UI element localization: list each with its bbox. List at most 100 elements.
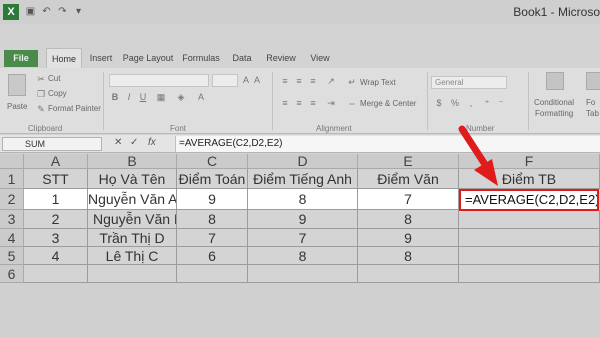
cell-d4[interactable]: 7 — [248, 229, 358, 247]
enter-icon[interactable]: ✓ — [130, 137, 138, 148]
orientation-icon[interactable]: ↗ — [326, 76, 336, 86]
align-center-icon[interactable]: ≡ — [294, 98, 304, 108]
cell-e2[interactable]: 7 — [358, 189, 459, 210]
cell-b3[interactable]: Nguyễn Văn B — [88, 210, 177, 229]
customize-quick-access-icon[interactable]: ▾ — [72, 5, 85, 18]
row-header[interactable]: 5 — [0, 247, 24, 265]
column-header[interactable]: A — [24, 154, 88, 169]
cell-d2[interactable]: 8 — [248, 189, 358, 210]
tab-file[interactable]: File — [4, 50, 38, 67]
insert-function-icon[interactable]: fx — [148, 137, 156, 148]
cell-c6[interactable] — [177, 265, 248, 283]
cell-b5[interactable]: Lê Thị C — [88, 247, 177, 265]
cell-e6[interactable] — [358, 265, 459, 283]
align-left-icon[interactable]: ≡ — [280, 98, 290, 108]
cell-b4[interactable]: Trần Thị D — [88, 229, 177, 247]
number-format-select[interactable]: General — [431, 76, 507, 89]
cell-b6[interactable] — [88, 265, 177, 283]
cell-d5[interactable]: 8 — [248, 247, 358, 265]
cell-c5[interactable]: 6 — [177, 247, 248, 265]
cell-c2[interactable]: 9 — [177, 189, 248, 210]
tab-page-layout[interactable]: Page Layout — [122, 48, 174, 68]
grow-font-icon[interactable]: A — [241, 75, 251, 85]
row-header[interactable]: 2 — [0, 189, 24, 210]
row-header[interactable]: 4 — [0, 229, 24, 247]
increase-decimal-icon[interactable]: ⁺ — [482, 98, 492, 108]
cell-c1[interactable]: Điểm Toán — [177, 169, 248, 189]
row-header[interactable]: 1 — [0, 169, 24, 189]
column-header[interactable]: E — [358, 154, 459, 169]
column-header[interactable]: D — [248, 154, 358, 169]
cell-f6[interactable] — [459, 265, 600, 283]
redo-icon[interactable]: ↷ — [56, 5, 69, 18]
cell-a1[interactable]: STT — [24, 169, 88, 189]
cell-f4[interactable] — [459, 229, 600, 247]
align-right-icon[interactable]: ≡ — [308, 98, 318, 108]
merge-center-button[interactable]: Merge & Center — [360, 99, 416, 108]
tab-formulas[interactable]: Formulas — [180, 48, 222, 68]
format-painter-button[interactable]: Format Painter — [48, 104, 101, 113]
align-top-icon[interactable]: ≡ — [280, 76, 290, 86]
decrease-decimal-icon[interactable]: ⁻ — [496, 98, 506, 108]
tab-home[interactable]: Home — [46, 48, 82, 68]
tab-review[interactable]: Review — [262, 48, 300, 68]
cell-c4[interactable]: 7 — [177, 229, 248, 247]
font-name-select[interactable] — [109, 74, 209, 87]
cell-e1[interactable]: Điểm Văn — [358, 169, 459, 189]
cell-a4[interactable]: 3 — [24, 229, 88, 247]
currency-icon[interactable]: $ — [434, 98, 444, 108]
cell-b2[interactable]: Nguyễn Văn A — [88, 189, 177, 210]
cancel-icon[interactable]: ✕ — [114, 137, 122, 148]
borders-icon[interactable]: ▦ — [156, 92, 166, 102]
cell-e3[interactable]: 8 — [358, 210, 459, 229]
cell-f5[interactable] — [459, 247, 600, 265]
column-header[interactable]: B — [88, 154, 177, 169]
excel-logo-icon[interactable]: X — [3, 4, 19, 20]
comma-style-icon[interactable]: , — [466, 98, 476, 108]
tab-insert[interactable]: Insert — [86, 48, 116, 68]
cell-d3[interactable]: 9 — [248, 210, 358, 229]
row-header[interactable]: 3 — [0, 210, 24, 229]
select-all-corner[interactable] — [0, 154, 24, 169]
underline-icon[interactable]: U — [138, 92, 148, 102]
undo-icon[interactable]: ↶ — [40, 5, 53, 18]
paste-button[interactable]: Paste — [5, 72, 29, 116]
wrap-text-button[interactable]: Wrap Text — [360, 78, 396, 87]
fill-color-icon[interactable]: ◈ — [176, 92, 186, 102]
font-color-icon[interactable]: A — [196, 92, 206, 102]
cell-f1[interactable]: Điểm TB — [459, 169, 600, 189]
cell-e5[interactable]: 8 — [358, 247, 459, 265]
cell-b1[interactable]: Họ Và Tên — [88, 169, 177, 189]
cell-e4[interactable]: 9 — [358, 229, 459, 247]
column-header[interactable]: F — [459, 154, 600, 169]
name-box[interactable]: SUM — [2, 137, 102, 151]
column-header[interactable]: C — [177, 154, 248, 169]
conditional-formatting-button[interactable]: Conditional Formatting — [534, 72, 578, 122]
cell-d6[interactable] — [248, 265, 358, 283]
copy-button[interactable]: Copy — [48, 89, 67, 98]
cell-a2[interactable]: 1 — [24, 189, 88, 210]
align-bottom-icon[interactable]: ≡ — [308, 76, 318, 86]
save-icon[interactable]: ▣ — [24, 5, 37, 18]
cell-a6[interactable] — [24, 265, 88, 283]
font-size-select[interactable] — [212, 74, 238, 87]
cell-f3[interactable] — [459, 210, 600, 229]
tab-view[interactable]: View — [306, 48, 334, 68]
italic-icon[interactable]: I — [124, 92, 134, 102]
formula-bar: SUM ✕ ✓ fx =AVERAGE(C2,D2,E2) — [0, 135, 600, 153]
cell-a3[interactable]: 2 — [24, 210, 88, 229]
row-header[interactable]: 6 — [0, 265, 24, 283]
indent-icon[interactable]: ⇥ — [326, 98, 336, 108]
active-cell-f2[interactable]: =AVERAGE(C2,D2,E2) — [459, 189, 599, 211]
bold-icon[interactable]: B — [110, 92, 120, 102]
align-middle-icon[interactable]: ≡ — [294, 76, 304, 86]
format-as-table-button[interactable]: Fo Tab — [584, 72, 600, 122]
tab-data[interactable]: Data — [228, 48, 256, 68]
shrink-font-icon[interactable]: A — [252, 75, 262, 85]
cell-d1[interactable]: Điểm Tiếng Anh — [248, 169, 358, 189]
cut-button[interactable]: Cut — [48, 74, 60, 83]
formula-input[interactable]: =AVERAGE(C2,D2,E2) — [175, 136, 600, 152]
percent-icon[interactable]: % — [450, 98, 460, 108]
cell-c3[interactable]: 8 — [177, 210, 248, 229]
cell-a5[interactable]: 4 — [24, 247, 88, 265]
